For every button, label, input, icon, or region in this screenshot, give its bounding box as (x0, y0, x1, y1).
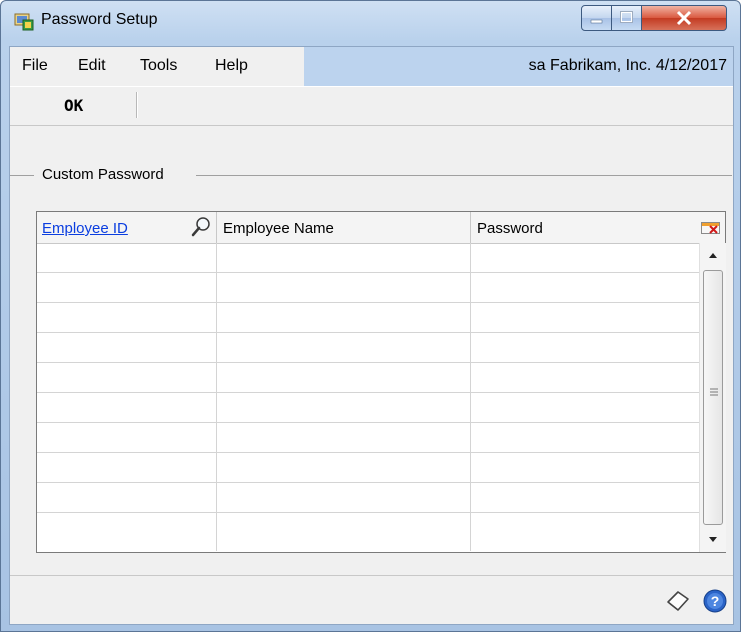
menu-tools[interactable]: Tools (140, 57, 177, 75)
svg-text:?: ? (711, 593, 720, 609)
menu-edit[interactable]: Edit (78, 57, 106, 75)
password-setup-app-icon (14, 13, 34, 31)
table-row[interactable] (37, 333, 699, 363)
close-button[interactable] (641, 5, 727, 31)
vertical-scrollbar[interactable] (699, 243, 726, 552)
user-company-date: sa Fabrikam, Inc. 4/12/2017 (528, 57, 727, 74)
table-row[interactable] (37, 423, 699, 453)
scrollbar-thumb[interactable] (703, 270, 723, 525)
title-bar[interactable]: Password Setup (1, 1, 740, 46)
show-details-icon[interactable] (701, 221, 721, 235)
password-setup-window: Password Setup File Edit Tools Help sa F… (0, 0, 741, 632)
column-header-employee-id[interactable]: Employee ID (42, 220, 128, 237)
section-divider-right (196, 175, 732, 176)
minimize-button[interactable] (581, 5, 612, 31)
close-icon (676, 10, 692, 26)
table-row[interactable] (37, 453, 699, 483)
toolbar-separator (136, 92, 138, 118)
column-header-employee-name: Employee Name (223, 220, 334, 237)
grid-rows (37, 243, 699, 552)
scroll-up-arrow-icon[interactable] (700, 243, 726, 268)
table-row[interactable] (37, 483, 699, 513)
grip-icon (710, 388, 718, 396)
minimize-icon (590, 19, 603, 24)
window-title: Password Setup (41, 11, 158, 28)
table-row[interactable] (37, 243, 699, 273)
header-divider (216, 212, 217, 243)
window-controls (581, 5, 727, 31)
custom-password-grid: Employee ID Employee Name Password (36, 211, 726, 553)
menu-file[interactable]: File (22, 57, 48, 75)
grid-header: Employee ID Employee Name Password (37, 212, 725, 244)
note-icon[interactable] (664, 588, 692, 614)
table-row[interactable] (37, 303, 699, 333)
scroll-down-arrow-icon[interactable] (700, 527, 726, 552)
table-row[interactable] (37, 273, 699, 303)
window-client-area: File Edit Tools Help sa Fabrikam, Inc. 4… (9, 46, 734, 625)
toolbar: OK (10, 86, 733, 126)
menu-bar: File Edit Tools Help sa Fabrikam, Inc. 4… (10, 47, 733, 86)
table-row[interactable] (37, 363, 699, 393)
ok-button[interactable]: OK (64, 96, 83, 115)
table-row[interactable] (37, 393, 699, 423)
menu-help[interactable]: Help (215, 57, 248, 75)
maximize-icon (620, 11, 633, 23)
section-divider-left (10, 175, 34, 176)
footer-divider (10, 575, 733, 576)
table-row[interactable] (37, 513, 699, 551)
section-title: Custom Password (42, 166, 164, 183)
header-divider (470, 212, 471, 243)
column-header-password: Password (477, 220, 543, 237)
magnifier-lookup-icon[interactable] (190, 216, 212, 238)
maximize-button[interactable] (611, 5, 642, 31)
help-icon[interactable]: ? (703, 589, 727, 613)
